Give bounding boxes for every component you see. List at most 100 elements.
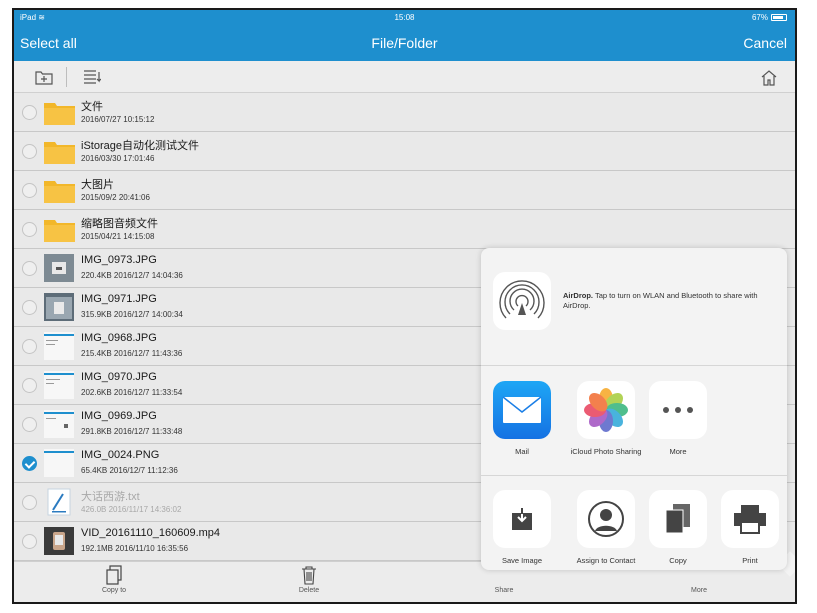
action-save-image[interactable]: Save Image — [486, 490, 558, 565]
action-label: Copy — [669, 556, 687, 565]
text-file-icon — [47, 488, 71, 516]
share-app-icloud-photo[interactable]: iCloud Photo Sharing — [570, 381, 642, 456]
screenshot-thumbnail-icon — [44, 332, 74, 360]
select-radio[interactable] — [22, 183, 37, 198]
new-folder-icon[interactable] — [34, 67, 54, 87]
file-name: IMG_0968.JPG — [81, 332, 157, 344]
file-name: iStorage自动化测试文件 — [81, 140, 199, 152]
select-radio[interactable] — [22, 378, 37, 393]
save-image-icon — [493, 490, 551, 548]
contact-icon — [577, 490, 635, 548]
status-battery: 67% — [752, 13, 787, 22]
select-radio[interactable] — [22, 495, 37, 510]
select-radio[interactable] — [22, 339, 37, 354]
folder-icon — [44, 103, 75, 125]
select-radio-checked[interactable] — [22, 456, 37, 471]
trash-icon — [302, 566, 316, 585]
select-radio[interactable] — [22, 417, 37, 432]
select-radio[interactable] — [22, 144, 37, 159]
share-app-more[interactable]: More — [642, 381, 714, 456]
action-print[interactable]: Print — [714, 490, 786, 565]
file-name: IMG_0969.JPG — [81, 410, 157, 422]
delete-label: Delete — [298, 587, 320, 594]
airdrop-desc: Tap to turn on WLAN and Bluetooth to sha… — [563, 291, 758, 310]
file-name: IMG_0970.JPG — [81, 371, 157, 383]
share-apps-row: Mail iCloud Photo Sharing More — [481, 366, 787, 476]
home-icon[interactable] — [759, 67, 779, 87]
share-sheet: AirDrop. Tap to turn on WLAN and Bluetoo… — [481, 248, 787, 570]
action-label: Print — [742, 556, 758, 565]
file-meta: 291.8KB 2016/12/7 11:33:48 — [81, 427, 183, 436]
file-meta: 220.4KB 2016/12/7 14:04:36 — [81, 271, 183, 280]
file-name: IMG_0024.PNG — [81, 449, 160, 461]
select-radio[interactable] — [22, 261, 37, 276]
toolbar-divider — [66, 67, 67, 87]
file-meta: 2015/04/21 14:15:08 — [81, 232, 155, 241]
mail-icon — [493, 381, 551, 439]
file-name: 缩略图音频文件 — [81, 218, 158, 230]
file-toolbar — [14, 61, 795, 93]
file-name: 文件 — [81, 101, 103, 113]
file-meta: 192.1MB 2016/11/10 16:35:56 — [81, 544, 189, 553]
list-item[interactable]: 文件 2016/07/27 10:15:12 — [14, 93, 795, 132]
video-thumbnail-icon — [44, 527, 74, 555]
navigation-bar: iPad ≋ 15:08 67% Select all File/Folder … — [14, 10, 795, 61]
file-name: 大话西游.txt — [81, 491, 140, 503]
share-app-label: iCloud Photo Sharing — [570, 447, 642, 456]
file-meta: 426.0B 2016/11/17 14:36:02 — [81, 505, 182, 514]
photos-icon — [577, 381, 635, 439]
photo-thumbnail-icon — [44, 293, 74, 321]
file-meta: 315.9KB 2016/12/7 14:00:34 — [81, 310, 183, 319]
folder-icon — [44, 181, 75, 203]
select-all-button[interactable]: Select all — [20, 35, 77, 51]
airdrop-icon[interactable] — [493, 272, 551, 330]
file-meta: 2016/03/30 17:01:46 — [81, 154, 155, 163]
cancel-button[interactable]: Cancel — [743, 35, 787, 51]
folder-icon — [44, 142, 75, 164]
battery-icon — [771, 14, 787, 21]
screenshot-thumbnail-icon — [44, 371, 74, 399]
share-app-label: Mail — [515, 447, 529, 456]
airdrop-section: AirDrop. Tap to turn on WLAN and Bluetoo… — [481, 248, 787, 366]
share-actions-row: Save Image Assign to Contact Copy Print — [481, 476, 787, 570]
share-label: Share — [494, 587, 514, 594]
sort-list-icon[interactable] — [82, 67, 102, 87]
copy-to-button[interactable]: Copy to — [84, 565, 144, 594]
select-radio[interactable] — [22, 300, 37, 315]
file-meta: 2016/07/27 10:15:12 — [81, 115, 155, 124]
airdrop-description: AirDrop. Tap to turn on WLAN and Bluetoo… — [563, 291, 773, 311]
copy-to-label: Copy to — [101, 587, 127, 594]
list-item[interactable]: iStorage自动化测试文件 2016/03/30 17:01:46 — [14, 132, 795, 171]
file-name: 大图片 — [81, 179, 114, 191]
ipad-screen: iPad ≋ 15:08 67% Select all File/Folder … — [12, 8, 797, 604]
action-copy[interactable]: Copy — [642, 490, 714, 565]
action-assign-contact[interactable]: Assign to Contact — [570, 490, 642, 565]
share-button[interactable]: Share — [474, 587, 534, 594]
select-radio[interactable] — [22, 222, 37, 237]
select-radio[interactable] — [22, 534, 37, 549]
list-item[interactable]: 大图片 2015/09/2 20:41:06 — [14, 171, 795, 210]
status-time: 15:08 — [394, 13, 415, 22]
delete-button[interactable]: Delete — [279, 565, 339, 594]
file-meta: 215.4KB 2016/12/7 11:43:36 — [81, 349, 183, 358]
share-app-mail[interactable]: Mail — [486, 381, 558, 456]
list-item[interactable]: 缩略图音频文件 2015/04/21 14:15:08 — [14, 210, 795, 249]
file-meta: 2015/09/2 20:41:06 — [81, 193, 150, 202]
file-meta: 65.4KB 2016/12/7 11:12:36 — [81, 466, 178, 475]
more-icon — [649, 381, 707, 439]
airdrop-title: AirDrop. — [563, 291, 593, 300]
folder-icon — [44, 220, 75, 242]
select-radio[interactable] — [22, 105, 37, 120]
screenshot-thumbnail-icon — [44, 410, 74, 438]
more-label: More — [691, 587, 707, 594]
file-name: IMG_0973.JPG — [81, 254, 157, 266]
share-app-label: More — [669, 447, 687, 456]
print-icon — [721, 490, 779, 548]
action-label: Save Image — [501, 556, 543, 565]
action-label: Assign to Contact — [576, 556, 636, 565]
copy-icon — [649, 490, 707, 548]
status-bar: iPad ≋ 15:08 67% — [14, 10, 795, 26]
screenshot-thumbnail-icon — [44, 449, 74, 477]
photo-thumbnail-icon — [44, 254, 74, 282]
more-button[interactable]: More — [669, 587, 729, 594]
